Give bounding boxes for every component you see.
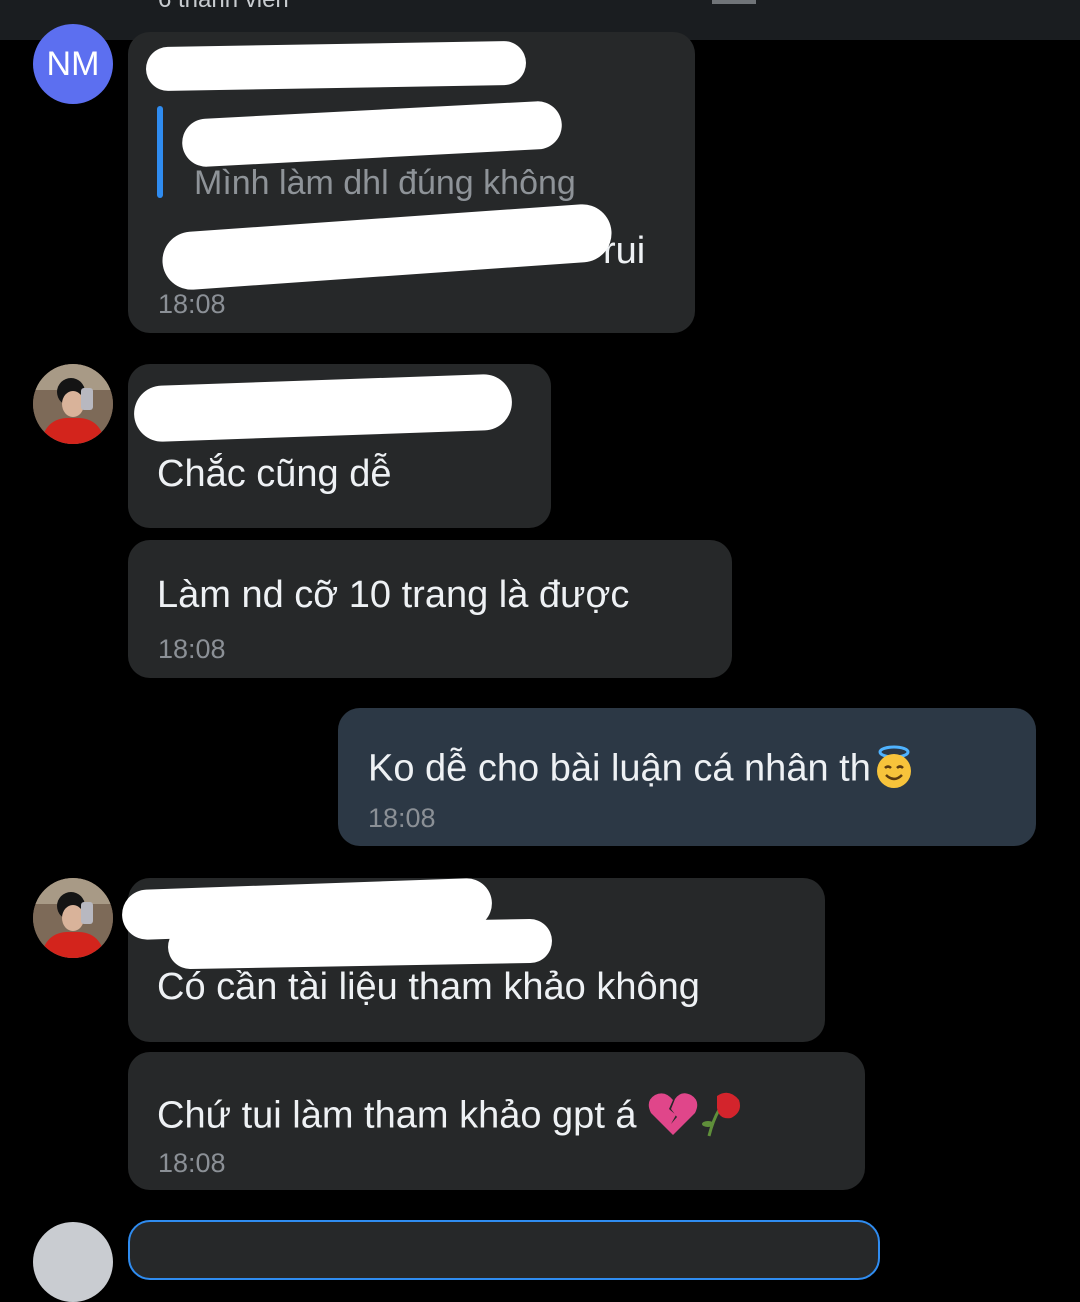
message-time: 18:08 — [158, 1148, 226, 1178]
message-time: 18:08 — [158, 289, 226, 319]
redaction-mark — [145, 40, 527, 92]
message-time: 18:08 — [158, 634, 226, 664]
message-time: 18:08 — [368, 803, 436, 833]
message-text: Chứ tui làm tham khảo gpt á — [157, 1090, 745, 1145]
avatar-initials: NM — [46, 44, 100, 83]
message-text: Làm nd cỡ 10 trang là được — [157, 574, 630, 616]
header-icon[interactable] — [712, 0, 756, 4]
avatar[interactable] — [33, 364, 113, 444]
message-text-content: Ko dễ cho bài luận cá nhân th — [368, 747, 871, 790]
avatar[interactable] — [33, 878, 113, 958]
message-text: Chắc cũng dễ — [157, 453, 392, 495]
user-photo-icon — [33, 364, 113, 444]
wilted-rose-icon — [699, 1090, 745, 1145]
message-text-content: Chứ tui làm tham khảo gpt á — [157, 1094, 637, 1137]
quote-indicator — [157, 106, 163, 198]
user-photo-icon — [33, 878, 113, 958]
avatar[interactable] — [33, 1222, 113, 1302]
message-bubble[interactable] — [128, 1220, 880, 1280]
quoted-message: Mình làm dhl đúng không — [194, 164, 576, 202]
member-count: 6 thành viên — [158, 0, 289, 14]
halo-smiling-face-icon — [871, 744, 917, 797]
broken-heart-icon — [647, 1091, 699, 1144]
avatar[interactable]: NM — [33, 24, 113, 104]
redaction-mark — [167, 918, 553, 970]
message-text: Ko dễ cho bài luận cá nhân th — [368, 744, 917, 797]
message-text: Có cần tài liệu tham khảo không — [157, 966, 700, 1008]
